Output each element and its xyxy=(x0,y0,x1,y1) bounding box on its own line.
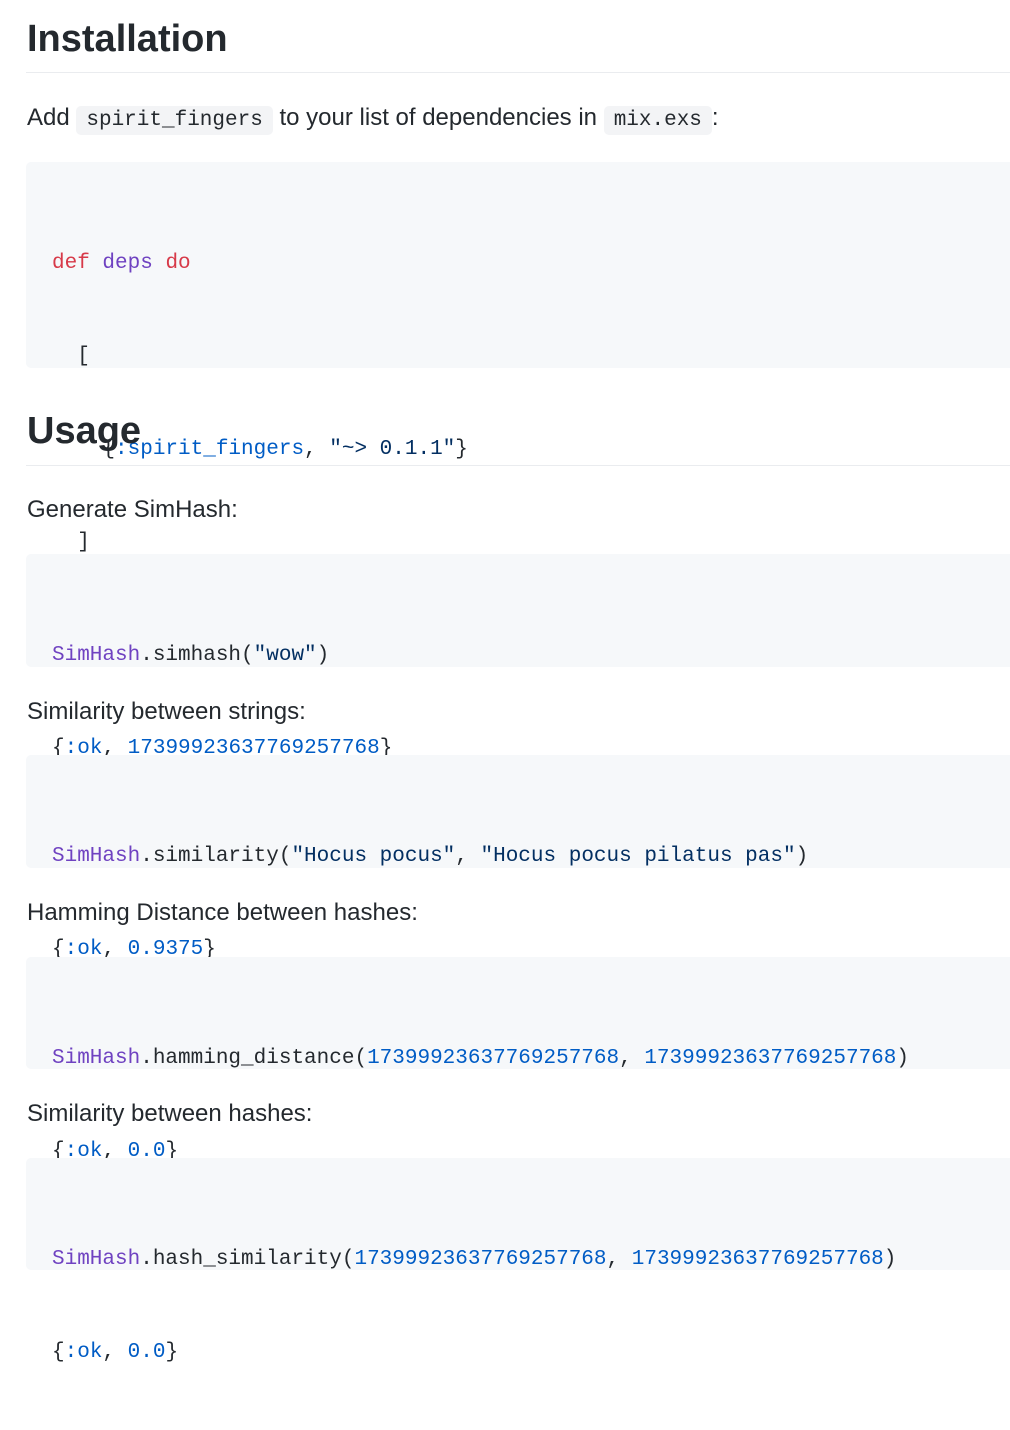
deps-code-block: def deps do [ {:spirit_fingers, "~> 0.1.… xyxy=(26,162,1010,647)
atom-token: :ok xyxy=(64,1341,103,1364)
code-text: ) xyxy=(795,845,809,868)
installation-heading: Installation xyxy=(27,18,228,60)
keyword-do: do xyxy=(165,252,191,275)
atom-token: :spirit_fingers xyxy=(115,438,305,461)
code-text: .similarity( xyxy=(140,845,292,868)
installation-divider xyxy=(26,72,1010,73)
readme-content: Installation Add spirit_fingers to your … xyxy=(0,0,1010,1364)
code-line: {:spirit_fingers, "~> 0.1.1"} xyxy=(52,434,984,465)
module-token: SimHash xyxy=(52,644,141,667)
usage-heading: Usage xyxy=(27,410,142,452)
module-token: SimHash xyxy=(52,1248,141,1271)
string-token: "~> 0.1.1" xyxy=(329,438,456,461)
number-token: 17399923637769257768 xyxy=(631,1248,884,1271)
code-text: .hash_similarity( xyxy=(140,1248,355,1271)
string-token: "wow" xyxy=(253,644,317,667)
package-name-code: spirit_fingers xyxy=(76,106,273,135)
installation-intro: Add spirit_fingers to your list of depen… xyxy=(27,102,719,137)
intro-text-middle: to your list of dependencies in xyxy=(279,104,598,131)
example-description: Generate SimHash: xyxy=(27,496,238,523)
code-text: ) xyxy=(883,1248,897,1271)
code-text: ) xyxy=(316,644,330,667)
usage-divider xyxy=(26,465,1010,466)
code-text: , xyxy=(102,1341,128,1364)
number-token: 17399923637769257768 xyxy=(354,1248,607,1271)
code-text: , xyxy=(619,1047,645,1070)
code-line: SimHash.hash_similarity(1739992363776925… xyxy=(52,1244,984,1275)
module-token: SimHash xyxy=(52,845,141,868)
code-text: , xyxy=(304,438,330,461)
code-text: .hamming_distance( xyxy=(140,1047,368,1070)
code-text: , xyxy=(606,1248,632,1271)
example-code-block: SimHash.similarity("Hocus pocus", "Hocus… xyxy=(26,755,1010,961)
number-token: 17399923637769257768 xyxy=(644,1047,897,1070)
intro-text-after: : xyxy=(711,104,719,131)
example-description: Hamming Distance between hashes: xyxy=(27,899,418,926)
code-text: ) xyxy=(896,1047,909,1070)
code-text: .simhash( xyxy=(140,644,254,667)
code-text: } xyxy=(455,438,468,461)
mix-file-code: mix.exs xyxy=(603,106,712,135)
code-text: , xyxy=(455,845,481,868)
code-line: def deps do xyxy=(52,248,984,279)
code-line: SimHash.hamming_distance(173999236377692… xyxy=(52,1043,984,1074)
number-token: 17399923637769257768 xyxy=(367,1047,620,1070)
code-text: { xyxy=(52,1341,65,1364)
number-token: 0.0 xyxy=(127,1341,166,1364)
code-line: SimHash.similarity("Hocus pocus", "Hocus… xyxy=(52,841,984,872)
string-token: "Hocus pocus" xyxy=(291,845,456,868)
example-code-block: SimHash.hash_similarity(1739992363776925… xyxy=(26,1158,1010,1364)
code-text: } xyxy=(165,1341,179,1364)
example-code-block: SimHash.simhash("wow") {:ok, 17399923637… xyxy=(26,554,1010,760)
code-line: {:ok, 0.0} xyxy=(52,1337,984,1368)
code-line: SimHash.simhash("wow") xyxy=(52,640,984,671)
function-name: deps xyxy=(102,252,153,275)
module-token: SimHash xyxy=(52,1047,141,1070)
example-description: Similarity between strings: xyxy=(27,698,306,725)
example-description: Similarity between hashes: xyxy=(27,1100,313,1127)
keyword-def: def xyxy=(52,252,90,275)
example-code-block: SimHash.hamming_distance(173999236377692… xyxy=(26,957,1010,1163)
code-line: [ xyxy=(52,345,90,368)
string-token: "Hocus pocus pilatus pas" xyxy=(480,845,796,868)
intro-text-before: Add xyxy=(27,104,70,131)
